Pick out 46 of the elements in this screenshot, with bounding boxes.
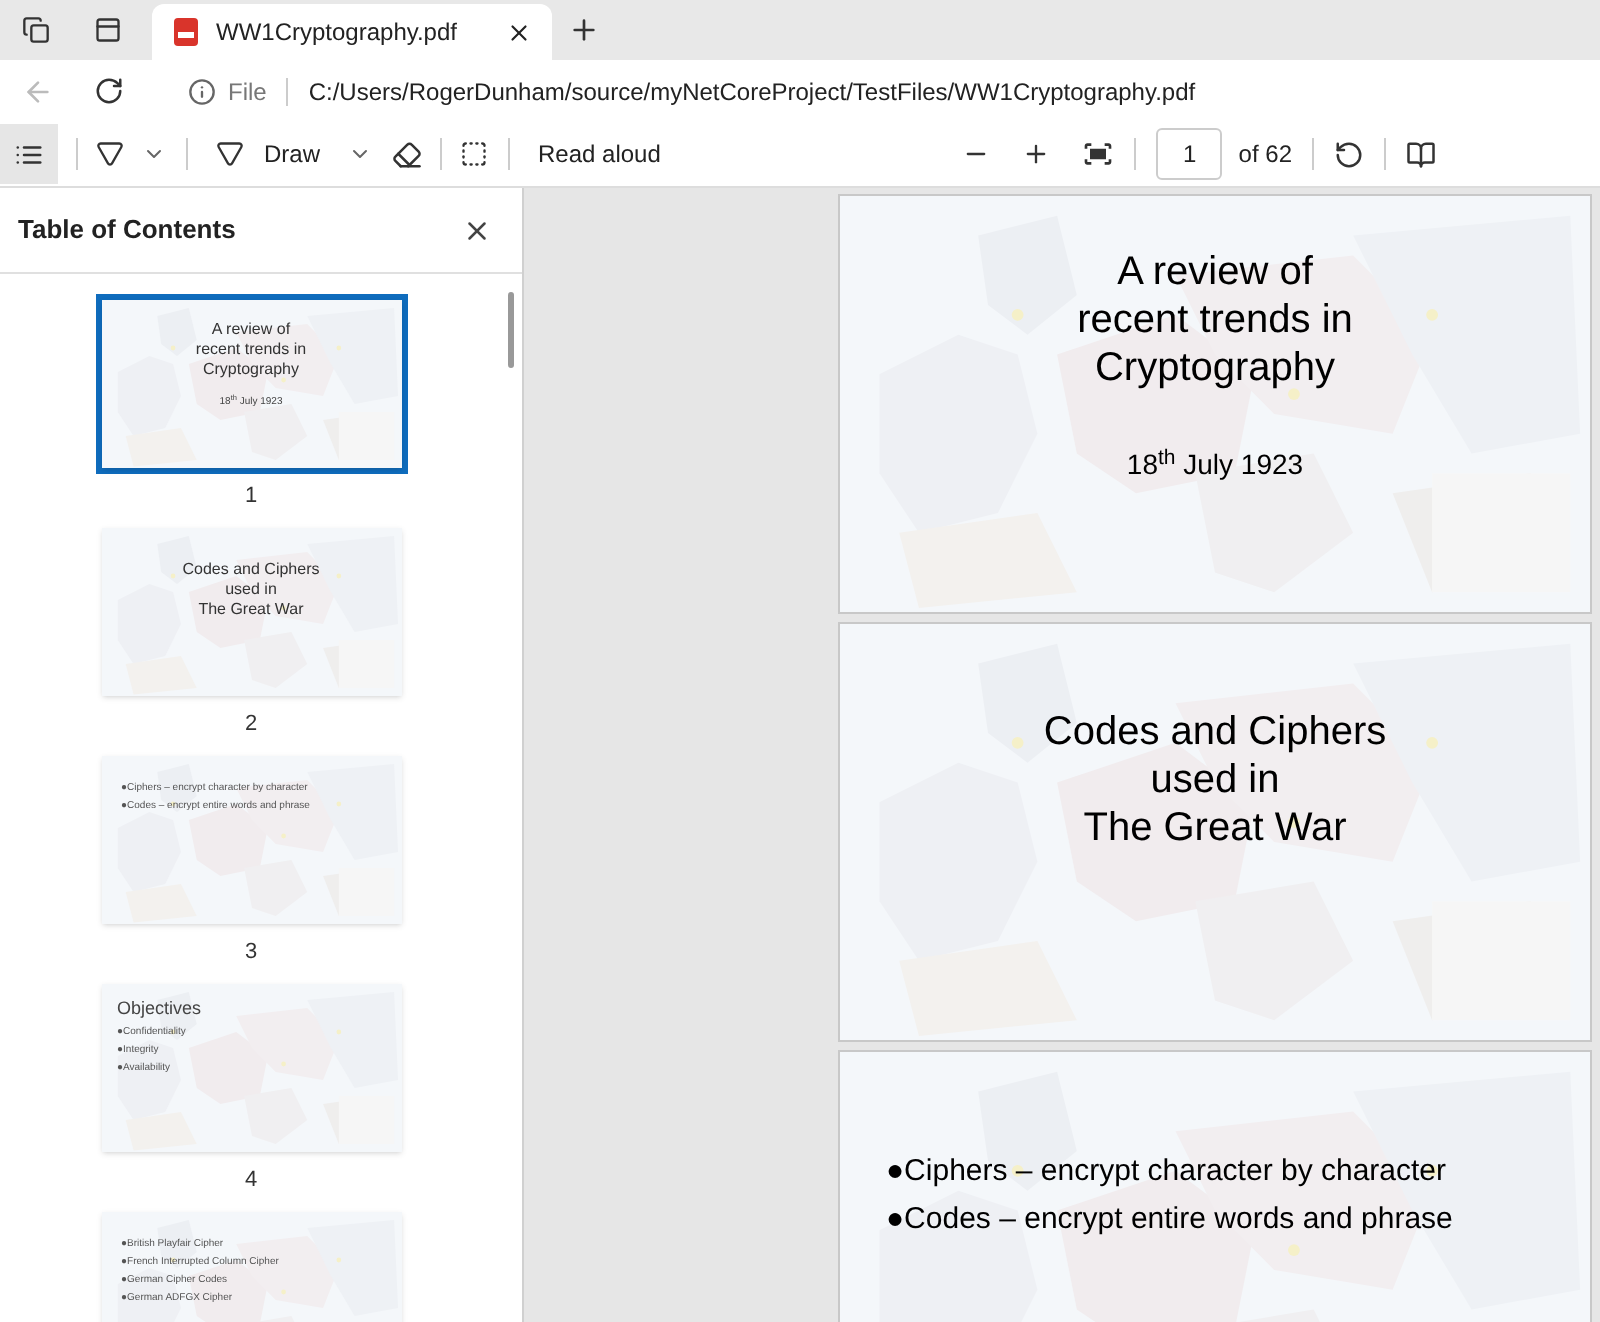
scheme-label: File [228,75,267,109]
slide-title-line: A review of [1117,248,1313,296]
page-count: of 62 [1238,138,1292,172]
pdf-file-icon [172,18,200,46]
slide-date: 18$^{th}$ July 1923 [1126,444,1304,484]
read-aloud-button[interactable]: Read aloud [530,136,669,172]
slide-title-line: Codes and Ciphers [182,560,320,580]
close-icon[interactable] [506,19,532,45]
scrollbar-thumb[interactable] [508,292,514,368]
refresh-icon[interactable] [94,76,124,106]
slide-bullet: ●Ciphers – encrypt character by character [886,1152,1449,1192]
slide-title-line: Cryptography [1094,344,1336,392]
contents-button[interactable] [0,124,58,184]
tab-actions-icon[interactable] [94,16,122,44]
slide-title-line: used in [1150,756,1280,804]
new-tab-icon[interactable] [568,14,600,46]
page-number-field[interactable]: 1 [1156,128,1223,180]
zoom-in-icon[interactable] [1022,140,1051,168]
page-number: 1 [244,482,258,512]
page-number: 3 [244,938,258,968]
browser-tab[interactable]: WW1Cryptography.pdf [152,4,552,60]
eraser-icon[interactable] [392,139,423,169]
slide-title-line: recent trends in [1077,296,1353,344]
slide-title-line: Codes and Ciphers [1043,708,1387,756]
sidebar-title: Table of Contents [18,212,236,249]
page-view-icon[interactable] [1406,139,1436,169]
pen-icon [216,140,244,168]
slide-title-line: used in [225,580,277,600]
draw-button[interactable]: Draw [208,136,329,172]
slide-heading: Objectives [117,996,204,1022]
page-number: 4 [244,1166,258,1196]
slide-title-line: The Great War [198,600,304,620]
page-number: 2 [244,710,258,740]
slide-title-line: recent trends in [195,340,307,360]
url-text: C:/Users/RogerDunham/source/myNetCoreProject/TestFiles/WW1Cryptography.pdf [308,75,1196,109]
slide-bullet: ●Codes – encrypt entire words and phrase [886,1200,1455,1240]
fit-width-icon[interactable] [1082,138,1115,170]
text-box-icon[interactable] [460,140,489,168]
slide-title-line: The Great War [1083,804,1347,852]
highlight-icon[interactable] [96,140,124,168]
rotate-icon[interactable] [1334,139,1364,169]
tab-title: WW1Cryptography.pdf [216,16,459,50]
slide-title-line: A review of [211,320,291,340]
info-icon[interactable] [188,77,216,105]
slide-title-line: Cryptography [202,360,300,380]
workspaces-icon[interactable] [22,16,50,44]
